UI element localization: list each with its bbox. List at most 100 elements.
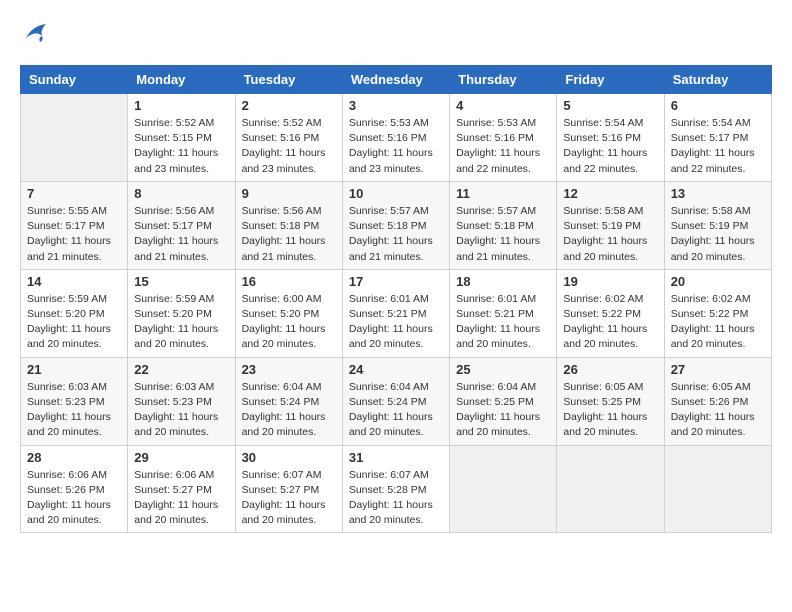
day-info: Sunrise: 6:02 AMSunset: 5:22 PMDaylight:… xyxy=(671,292,765,353)
calendar-table: SundayMondayTuesdayWednesdayThursdayFrid… xyxy=(20,65,772,533)
calendar-cell xyxy=(557,445,664,533)
page-header xyxy=(20,20,772,49)
day-number: 13 xyxy=(671,186,765,201)
calendar-cell: 6Sunrise: 5:54 AMSunset: 5:17 PMDaylight… xyxy=(664,94,771,182)
calendar-cell: 21Sunrise: 6:03 AMSunset: 5:23 PMDayligh… xyxy=(21,357,128,445)
day-info: Sunrise: 5:59 AMSunset: 5:20 PMDaylight:… xyxy=(27,292,121,353)
day-info: Sunrise: 6:04 AMSunset: 5:24 PMDaylight:… xyxy=(242,380,336,441)
calendar-cell xyxy=(664,445,771,533)
calendar-cell: 14 Sunrise: 5:59 AMSunset: 5:20 PMDayligh… xyxy=(21,269,128,357)
day-number: 15 xyxy=(134,274,228,289)
day-of-week-header: Saturday xyxy=(664,66,771,94)
day-number: 25 xyxy=(456,362,550,377)
logo xyxy=(20,20,50,49)
day-info: Sunrise: 6:01 AMSunset: 5:21 PMDaylight:… xyxy=(456,292,550,353)
calendar-cell: 18 Sunrise: 6:01 AMSunset: 5:21 PMDayligh… xyxy=(450,269,557,357)
day-number: 9 xyxy=(242,186,336,201)
day-number: 27 xyxy=(671,362,765,377)
calendar-cell: 13 Sunrise: 5:58 AMSunset: 5:19 PMDayligh… xyxy=(664,181,771,269)
day-number: 31 xyxy=(349,450,443,465)
logo-wordmark xyxy=(20,20,50,49)
day-info: Sunrise: 6:05 AMSunset: 5:26 PMDaylight:… xyxy=(671,380,765,441)
calendar-cell: 26 Sunrise: 6:05 AMSunset: 5:25 PMDayligh… xyxy=(557,357,664,445)
day-number: 26 xyxy=(563,362,657,377)
day-info: Sunrise: 6:07 AMSunset: 5:27 PMDaylight:… xyxy=(242,468,336,529)
day-info: Sunrise: 5:53 AMSunset: 5:16 PMDaylight:… xyxy=(349,116,443,177)
day-info: Sunrise: 6:05 AMSunset: 5:25 PMDaylight:… xyxy=(563,380,657,441)
day-number: 11 xyxy=(456,186,550,201)
calendar-cell: 4 Sunrise: 5:53 AMSunset: 5:16 PMDaylight… xyxy=(450,94,557,182)
day-info: Sunrise: 6:07 AMSunset: 5:28 PMDaylight:… xyxy=(349,468,443,529)
day-info: Sunrise: 5:53 AMSunset: 5:16 PMDaylight:… xyxy=(456,116,550,177)
day-of-week-header: Thursday xyxy=(450,66,557,94)
day-number: 6 xyxy=(671,98,765,113)
day-info: Sunrise: 6:03 AMSunset: 5:23 PMDaylight:… xyxy=(27,380,121,441)
calendar-week-row: 14 Sunrise: 5:59 AMSunset: 5:20 PMDayligh… xyxy=(21,269,772,357)
day-number: 29 xyxy=(134,450,228,465)
calendar-cell: 17Sunrise: 6:01 AMSunset: 5:21 PMDayligh… xyxy=(342,269,449,357)
day-number: 7 xyxy=(27,186,121,201)
day-info: Sunrise: 6:00 AMSunset: 5:20 PMDaylight:… xyxy=(242,292,336,353)
day-number: 5 xyxy=(563,98,657,113)
day-number: 23 xyxy=(242,362,336,377)
calendar-cell: 22 Sunrise: 6:03 AMSunset: 5:23 PMDayligh… xyxy=(128,357,235,445)
day-info: Sunrise: 5:59 AMSunset: 5:20 PMDaylight:… xyxy=(134,292,228,353)
day-info: Sunrise: 5:58 AMSunset: 5:19 PMDaylight:… xyxy=(563,204,657,265)
day-number: 1 xyxy=(134,98,228,113)
day-of-week-header: Monday xyxy=(128,66,235,94)
calendar-cell: 11 Sunrise: 5:57 AMSunset: 5:18 PMDayligh… xyxy=(450,181,557,269)
calendar-cell: 31 Sunrise: 6:07 AMSunset: 5:28 PMDayligh… xyxy=(342,445,449,533)
day-info: Sunrise: 5:55 AMSunset: 5:17 PMDaylight:… xyxy=(27,204,121,265)
day-info: Sunrise: 6:06 AMSunset: 5:26 PMDaylight:… xyxy=(27,468,121,529)
day-number: 12 xyxy=(563,186,657,201)
day-info: Sunrise: 6:03 AMSunset: 5:23 PMDaylight:… xyxy=(134,380,228,441)
calendar-cell: 5 Sunrise: 5:54 AMSunset: 5:16 PMDaylight… xyxy=(557,94,664,182)
day-of-week-header: Friday xyxy=(557,66,664,94)
calendar-week-row: 28 Sunrise: 6:06 AMSunset: 5:26 PMDayligh… xyxy=(21,445,772,533)
day-info: Sunrise: 5:57 AMSunset: 5:18 PMDaylight:… xyxy=(349,204,443,265)
day-number: 10 xyxy=(349,186,443,201)
day-number: 22 xyxy=(134,362,228,377)
day-of-week-header: Wednesday xyxy=(342,66,449,94)
calendar-cell: 8Sunrise: 5:56 AMSunset: 5:17 PMDaylight… xyxy=(128,181,235,269)
calendar-cell: 29 Sunrise: 6:06 AMSunset: 5:27 PMDayligh… xyxy=(128,445,235,533)
calendar-week-row: 1Sunrise: 5:52 AMSunset: 5:15 PMDaylight… xyxy=(21,94,772,182)
day-info: Sunrise: 5:58 AMSunset: 5:19 PMDaylight:… xyxy=(671,204,765,265)
day-number: 14 xyxy=(27,274,121,289)
day-number: 16 xyxy=(242,274,336,289)
day-number: 3 xyxy=(349,98,443,113)
calendar-cell xyxy=(450,445,557,533)
day-number: 24 xyxy=(349,362,443,377)
day-number: 4 xyxy=(456,98,550,113)
calendar-cell: 19 Sunrise: 6:02 AMSunset: 5:22 PMDayligh… xyxy=(557,269,664,357)
day-number: 18 xyxy=(456,274,550,289)
calendar-week-row: 7 Sunrise: 5:55 AMSunset: 5:17 PMDaylight… xyxy=(21,181,772,269)
day-number: 19 xyxy=(563,274,657,289)
day-info: Sunrise: 6:04 AMSunset: 5:25 PMDaylight:… xyxy=(456,380,550,441)
day-of-week-header: Tuesday xyxy=(235,66,342,94)
calendar-cell: 9 Sunrise: 5:56 AMSunset: 5:18 PMDaylight… xyxy=(235,181,342,269)
day-number: 2 xyxy=(242,98,336,113)
day-info: Sunrise: 5:57 AMSunset: 5:18 PMDaylight:… xyxy=(456,204,550,265)
day-number: 8 xyxy=(134,186,228,201)
calendar-cell: 24Sunrise: 6:04 AMSunset: 5:24 PMDayligh… xyxy=(342,357,449,445)
day-info: Sunrise: 6:06 AMSunset: 5:27 PMDaylight:… xyxy=(134,468,228,529)
calendar-cell: 16 Sunrise: 6:00 AMSunset: 5:20 PMDayligh… xyxy=(235,269,342,357)
calendar-cell: 30 Sunrise: 6:07 AMSunset: 5:27 PMDayligh… xyxy=(235,445,342,533)
calendar-cell: 10 Sunrise: 5:57 AMSunset: 5:18 PMDayligh… xyxy=(342,181,449,269)
day-info: Sunrise: 5:56 AMSunset: 5:18 PMDaylight:… xyxy=(242,204,336,265)
calendar-cell: 27 Sunrise: 6:05 AMSunset: 5:26 PMDayligh… xyxy=(664,357,771,445)
calendar-cell: 25 Sunrise: 6:04 AMSunset: 5:25 PMDayligh… xyxy=(450,357,557,445)
day-number: 30 xyxy=(242,450,336,465)
calendar-cell: 23 Sunrise: 6:04 AMSunset: 5:24 PMDayligh… xyxy=(235,357,342,445)
calendar-cell: 2Sunrise: 5:52 AMSunset: 5:16 PMDaylight… xyxy=(235,94,342,182)
calendar-cell: 20Sunrise: 6:02 AMSunset: 5:22 PMDayligh… xyxy=(664,269,771,357)
day-info: Sunrise: 6:02 AMSunset: 5:22 PMDaylight:… xyxy=(563,292,657,353)
day-of-week-header: Sunday xyxy=(21,66,128,94)
day-info: Sunrise: 5:54 AMSunset: 5:16 PMDaylight:… xyxy=(563,116,657,177)
day-info: Sunrise: 6:01 AMSunset: 5:21 PMDaylight:… xyxy=(349,292,443,353)
calendar-week-row: 21Sunrise: 6:03 AMSunset: 5:23 PMDayligh… xyxy=(21,357,772,445)
calendar-header-row: SundayMondayTuesdayWednesdayThursdayFrid… xyxy=(21,66,772,94)
day-number: 28 xyxy=(27,450,121,465)
calendar-cell: 7 Sunrise: 5:55 AMSunset: 5:17 PMDaylight… xyxy=(21,181,128,269)
